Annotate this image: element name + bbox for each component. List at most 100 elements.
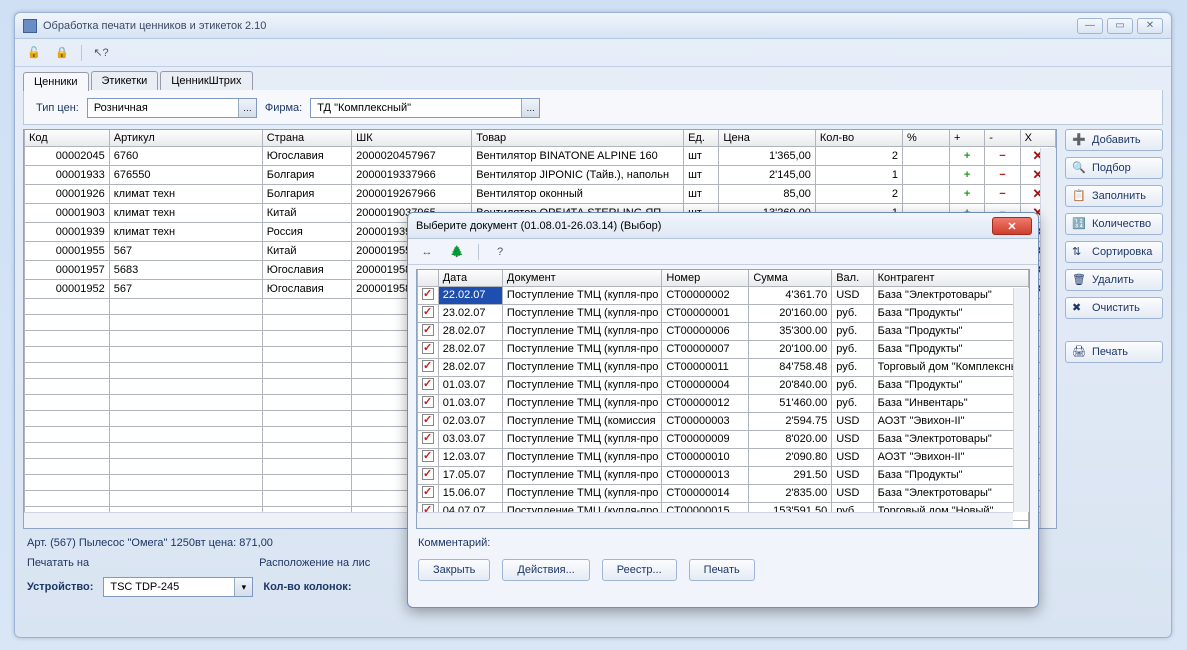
dialog-scrollbar-vertical[interactable] [1013, 288, 1029, 512]
tab-cenniki[interactable]: Ценники [23, 72, 89, 91]
expand-icon[interactable]: ↔ [418, 243, 436, 261]
column-header[interactable]: Сумма [749, 270, 832, 286]
dialog-close-button[interactable]: ✕ [992, 217, 1032, 235]
table-row[interactable]: 28.02.07Поступление ТМЦ (купля-проСТ0000… [418, 340, 1029, 358]
firm-combo[interactable]: ТД "Комплексный" … [310, 98, 540, 118]
price-type-combo[interactable]: Розничная … [87, 98, 257, 118]
minus-icon[interactable]: − [985, 146, 1020, 165]
row-status-icon [418, 358, 439, 376]
column-header[interactable]: Вал. [832, 270, 873, 286]
column-header[interactable]: ШК [352, 130, 472, 146]
column-header[interactable]: Документ [502, 270, 661, 286]
column-header[interactable]: Товар [472, 130, 684, 146]
tab-etiketki[interactable]: Этикетки [91, 71, 159, 90]
dialog-print-btn[interactable]: Печать [689, 559, 755, 581]
row-status-icon [418, 286, 439, 304]
tree-icon[interactable]: 🌲 [448, 243, 466, 261]
app-icon [23, 19, 37, 33]
column-header[interactable]: Кол-во [815, 130, 902, 146]
column-header[interactable]: % [902, 130, 949, 146]
add-button[interactable]: ➕Добавить [1065, 129, 1163, 151]
table-row[interactable]: 15.06.07Поступление ТМЦ (купля-проСТ0000… [418, 484, 1029, 502]
column-header[interactable]: Номер [662, 270, 749, 286]
table-row[interactable]: 01.03.07Поступление ТМЦ (купля-проСТ0000… [418, 394, 1029, 412]
column-header[interactable]: - [985, 130, 1020, 146]
fill-icon: 📋 [1072, 189, 1086, 203]
layout-label: Расположение на лис [259, 557, 370, 569]
row-status-icon [418, 394, 439, 412]
column-header[interactable]: Ед. [684, 130, 719, 146]
select-document-dialog: Выберите документ (01.08.01-26.03.14) (В… [407, 212, 1039, 608]
dialog-toolbar: ↔ 🌲 ? [408, 239, 1038, 265]
dialog-close-btn[interactable]: Закрыть [418, 559, 490, 581]
clear-button[interactable]: ✖Очистить [1065, 297, 1163, 319]
dialog-grid[interactable]: ДатаДокументНомерСуммаВал.Контрагент 22.… [416, 269, 1030, 529]
price-type-value: Розничная [88, 102, 154, 114]
tab-strip: Ценники Этикетки ЦенникШтрих [15, 67, 1171, 90]
table-row[interactable]: 00001926климат технБолгария2000019267966… [25, 184, 1056, 203]
table-row[interactable]: 17.05.07Поступление ТМЦ (купля-проСТ0000… [418, 466, 1029, 484]
close-button[interactable]: ✕ [1137, 18, 1163, 34]
row-status-icon [418, 304, 439, 322]
column-header[interactable]: Страна [262, 130, 351, 146]
delete-button[interactable]: 🗑Удалить [1065, 269, 1163, 291]
toolbar-icon-1[interactable]: 🔓 [25, 44, 43, 62]
print-button[interactable]: 🖨Печать [1065, 341, 1163, 363]
sort-button[interactable]: ⇅Сортировка [1065, 241, 1163, 263]
table-row[interactable]: 22.02.07Поступление ТМЦ (купля-проСТ0000… [418, 286, 1029, 304]
dialog-actions-btn[interactable]: Действия... [502, 559, 589, 581]
cols-label: Кол-во колонок: [263, 581, 351, 593]
column-header[interactable]: Цена [719, 130, 816, 146]
select-button[interactable]: 🔍Подбор [1065, 157, 1163, 179]
add-icon: ➕ [1072, 133, 1086, 147]
table-row[interactable]: 000020456760Югославия2000020457967Вентил… [25, 146, 1056, 165]
dialog-scrollbar-horizontal[interactable] [417, 512, 1013, 528]
table-row[interactable]: 28.02.07Поступление ТМЦ (купля-проСТ0000… [418, 358, 1029, 376]
plus-icon[interactable]: + [950, 184, 985, 203]
device-label: Устройство: [27, 581, 93, 593]
table-row[interactable]: 23.02.07Поступление ТМЦ (купля-проСТ0000… [418, 304, 1029, 322]
print-icon: 🖨 [1072, 345, 1086, 359]
table-row[interactable]: 01.03.07Поступление ТМЦ (купля-проСТ0000… [418, 376, 1029, 394]
scrollbar-vertical[interactable] [1040, 148, 1056, 528]
dialog-registry-btn[interactable]: Реестр... [602, 559, 677, 581]
delete-icon: 🗑 [1072, 273, 1086, 287]
row-status-icon [418, 484, 439, 502]
firm-picker-icon[interactable]: … [521, 99, 539, 117]
help-icon[interactable]: ? [491, 243, 509, 261]
column-header[interactable]: Контрагент [873, 270, 1028, 286]
toolbar-icon-2[interactable]: 🔒 [53, 44, 71, 62]
device-combo[interactable]: TSC TDP-245 ▾ [103, 577, 253, 597]
main-toolbar: 🔓 🔒 ↖? [15, 39, 1171, 67]
fill-button[interactable]: 📋Заполнить [1065, 185, 1163, 207]
qty-button[interactable]: 🔢Количество [1065, 213, 1163, 235]
filter-row: Тип цен: Розничная … Фирма: ТД "Комплекс… [23, 90, 1163, 125]
column-header[interactable]: Артикул [109, 130, 262, 146]
table-row[interactable]: 03.03.07Поступление ТМЦ (купля-проСТ0000… [418, 430, 1029, 448]
table-row[interactable]: 02.03.07Поступление ТМЦ (комиссияСТ00000… [418, 412, 1029, 430]
plus-icon[interactable]: + [950, 165, 985, 184]
comment-label: Комментарий: [408, 533, 1038, 553]
sort-icon: ⇅ [1072, 245, 1086, 259]
column-header[interactable]: X [1020, 130, 1055, 146]
maximize-button[interactable]: ▭ [1107, 18, 1133, 34]
row-status-icon [418, 430, 439, 448]
side-buttons: ➕Добавить 🔍Подбор 📋Заполнить 🔢Количество… [1065, 129, 1163, 529]
minimize-button[interactable]: — [1077, 18, 1103, 34]
help-arrow-icon[interactable]: ↖? [92, 44, 110, 62]
table-row[interactable]: 12.03.07Поступление ТМЦ (купля-проСТ0000… [418, 448, 1029, 466]
minus-icon[interactable]: − [985, 165, 1020, 184]
plus-icon[interactable]: + [950, 146, 985, 165]
column-header[interactable]: + [950, 130, 985, 146]
chevron-down-icon[interactable]: ▾ [234, 578, 252, 596]
table-row[interactable]: 28.02.07Поступление ТМЦ (купля-проСТ0000… [418, 322, 1029, 340]
separator [81, 45, 82, 61]
dialog-title-bar: Выберите документ (01.08.01-26.03.14) (В… [408, 213, 1038, 239]
column-header[interactable]: Код [25, 130, 110, 146]
tab-cennikshtrikh[interactable]: ЦенникШтрих [160, 71, 252, 90]
price-type-picker-icon[interactable]: … [238, 99, 256, 117]
row-status-icon [418, 466, 439, 484]
column-header[interactable]: Дата [438, 270, 502, 286]
table-row[interactable]: 00001933676550Болгария2000019337966Венти… [25, 165, 1056, 184]
minus-icon[interactable]: − [985, 184, 1020, 203]
